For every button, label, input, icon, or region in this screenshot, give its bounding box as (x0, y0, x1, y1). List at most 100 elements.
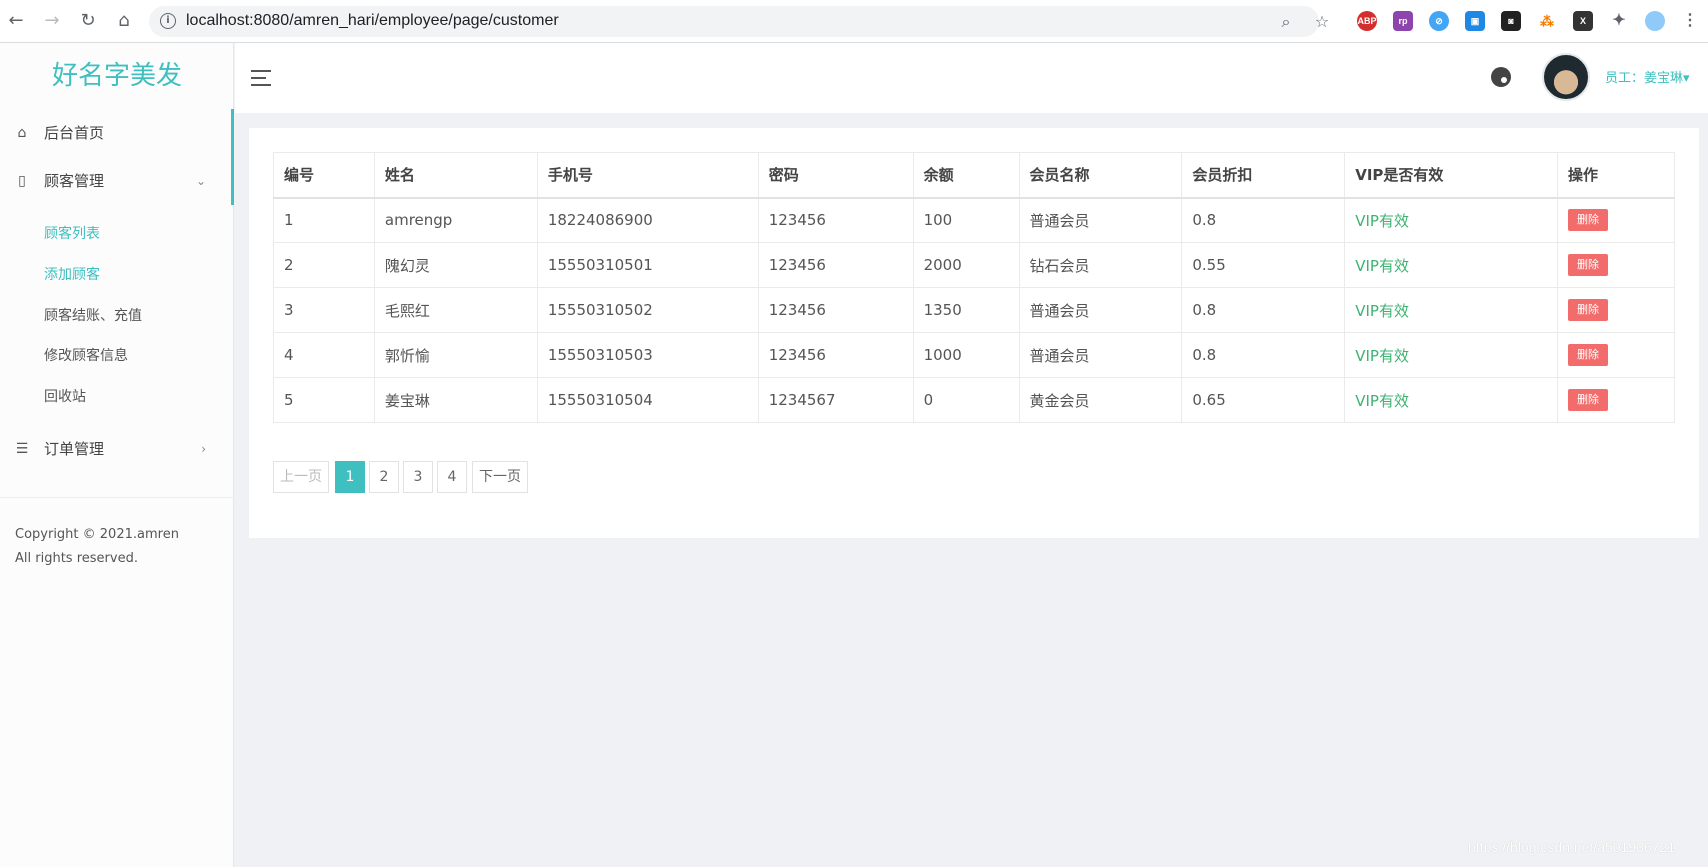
column-header-discount: 会员折扣 (1181, 152, 1346, 199)
tampermonkey-extension-icon[interactable]: ◙ (1501, 11, 1521, 31)
table-cell-balance: 2000 (912, 242, 1020, 288)
table-cell-discount: 0.55 (1181, 242, 1346, 288)
browser-menu-icon[interactable]: ⋮ (1680, 11, 1700, 31)
column-header-member-level: 会员名称 (1018, 152, 1183, 199)
submenu-customer-list[interactable]: 顾客列表 (44, 223, 100, 243)
table-cell-member-level: 钻石会员 (1018, 242, 1183, 288)
table-body: 1 amrengp 18224086900 123456 100 普通会员 0.8 VIP有效… (273, 197, 1675, 423)
address-bar[interactable]: i localhost:8080/amren_hari/employee/pag… (149, 6, 1329, 37)
compass-extension-icon[interactable]: ⊘ (1429, 11, 1449, 31)
table-cell-member-level: 普通会员 (1018, 287, 1183, 333)
site-info-icon[interactable]: i (160, 13, 176, 29)
rp-extension-icon[interactable]: rp (1393, 11, 1413, 31)
page-button[interactable]: 3 (403, 461, 433, 493)
delete-button[interactable]: 删除 (1568, 254, 1608, 276)
avatar[interactable] (1542, 53, 1590, 101)
table-cell-balance: 100 (912, 197, 1020, 243)
table-cell-name: 隗幻灵 (373, 242, 538, 288)
sitemap-extension-icon[interactable]: ⁂ (1537, 11, 1557, 31)
actions-cell: 删除 (1557, 287, 1675, 333)
table-cell-balance: 1000 (912, 332, 1020, 378)
back-icon[interactable]: ← (4, 9, 28, 33)
customer-list-card: 编号 姓名 手机号 密码 余额 会员名称 会员折扣 VIP是否有效 操作 1 amrengp 182… (249, 128, 1699, 538)
adblock-extension-icon[interactable]: ABP (1357, 11, 1377, 31)
table-row: 2 隗幻灵 15550310501 123456 2000 钻石会员 0.55 VIP有效 删除 (273, 242, 1675, 288)
list-icon: ☰ (15, 441, 29, 457)
table-cell-member-level: 普通会员 (1018, 197, 1183, 243)
submenu-add-customer[interactable]: 添加顾客 (44, 264, 100, 284)
sidebar-item-label: 顾客管理 (44, 172, 105, 190)
bookmark-star-icon[interactable]: ☆ (1312, 12, 1332, 32)
palette-icon[interactable] (1491, 67, 1511, 87)
page-button[interactable]: 4 (437, 461, 467, 493)
table-cell-password: 1234567 (757, 377, 914, 423)
delete-button[interactable]: 删除 (1568, 344, 1608, 366)
zoom-icon[interactable]: ⌕ (1276, 12, 1296, 32)
next-page-button[interactable]: 下一页 (472, 461, 528, 493)
page-button[interactable]: 2 (369, 461, 399, 493)
submenu-edit-customer[interactable]: 修改顾客信息 (44, 345, 128, 365)
table-cell-id: 5 (273, 377, 375, 423)
table-row: 5 姜宝琳 15550310504 1234567 0 黄金会员 0.65 VIP有效 删除 (273, 377, 1675, 423)
table-cell-id: 3 (273, 287, 375, 333)
table-cell-balance: 0 (912, 377, 1020, 423)
forward-icon[interactable]: → (40, 9, 64, 33)
chevron-right-icon: › (201, 442, 206, 456)
actions-cell: 删除 (1557, 197, 1675, 243)
sidebar-item-home[interactable]: ⌂ 后台首页 (0, 109, 234, 157)
column-header-vip-status: VIP是否有效 (1344, 152, 1558, 199)
table-cell-phone: 15550310504 (536, 377, 759, 423)
table-cell-password: 123456 (757, 242, 914, 288)
home-browser-icon[interactable]: ⌂ (112, 9, 136, 33)
actions-cell: 删除 (1557, 242, 1675, 288)
table-cell-member-level: 普通会员 (1018, 332, 1183, 378)
table-cell-discount: 0.8 (1181, 197, 1346, 243)
profile-icon[interactable] (1645, 11, 1665, 31)
table-cell-phone: 15550310502 (536, 287, 759, 333)
sidebar-item-label: 订单管理 (44, 440, 105, 458)
file-extension-icon[interactable]: ▣ (1465, 11, 1485, 31)
table-row: 3 毛熙红 15550310502 123456 1350 普通会员 0.8 VIP有效 删除 (273, 287, 1675, 333)
sidebar: 好名字美发 ⌂ 后台首页 ▯ 顾客管理 ⌄ 顾客列表 添加顾客 顾客结账、充值 … (0, 43, 234, 867)
table-cell-name: 毛熙红 (373, 287, 538, 333)
table-cell-phone: 15550310501 (536, 242, 759, 288)
table-cell-id: 1 (273, 197, 375, 243)
user-dropdown[interactable]: 员工：姜宝琳▾ (1605, 67, 1690, 86)
reload-icon[interactable]: ↻ (76, 9, 100, 33)
copyright-text: Copyright © 2021.amren All rights reserv… (15, 527, 179, 566)
actions-cell: 删除 (1557, 377, 1675, 423)
page-button[interactable]: 1 (335, 461, 365, 493)
table-cell-phone: 15550310503 (536, 332, 759, 378)
top-header: 员工：姜宝琳▾ (235, 43, 1708, 113)
table-cell-name: amrengp (373, 197, 538, 243)
table-cell-discount: 0.8 (1181, 287, 1346, 333)
delete-button[interactable]: 删除 (1568, 209, 1608, 232)
address-url[interactable]: localhost:8080/amren_hari/employee/page/… (186, 12, 559, 30)
table-cell-name: 郭忻愉 (373, 332, 538, 378)
delete-button[interactable]: 删除 (1568, 299, 1608, 321)
browser-toolbar: ← → ↻ ⌂ i localhost:8080/amren_hari/empl… (0, 0, 1708, 43)
brand-logo[interactable]: 好名字美发 (0, 43, 234, 109)
actions-cell: 删除 (1557, 332, 1675, 378)
column-header-password: 密码 (757, 152, 914, 199)
delete-button[interactable]: 删除 (1568, 389, 1608, 411)
submenu-checkout-recharge[interactable]: 顾客结账、充值 (44, 305, 142, 325)
document-icon: ▯ (18, 173, 26, 189)
submenu-recycle-bin[interactable]: 回收站 (44, 386, 86, 406)
table-cell-discount: 0.8 (1181, 332, 1346, 378)
prev-page-button[interactable]: 上一页 (273, 461, 329, 493)
table-row: 1 amrengp 18224086900 123456 100 普通会员 0.8 VIP有效… (273, 197, 1675, 243)
home-icon: ⌂ (17, 125, 27, 141)
table-cell-name: 姜宝琳 (373, 377, 538, 423)
column-header-actions: 操作 (1557, 152, 1675, 199)
x-extension-icon[interactable]: X (1573, 11, 1593, 31)
vip-status: VIP有效 (1344, 242, 1558, 288)
sidebar-item-order-management[interactable]: ☰ 订单管理 › (0, 425, 234, 473)
table-cell-discount: 0.65 (1181, 377, 1346, 423)
sidebar-item-customer-management[interactable]: ▯ 顾客管理 ⌄ (0, 157, 234, 205)
menu-toggle-icon[interactable] (251, 70, 271, 86)
sidebar-divider (0, 497, 234, 498)
puzzle-extensions-icon[interactable]: ✦ (1609, 11, 1629, 31)
table-cell-balance: 1350 (912, 287, 1020, 333)
table-cell-password: 123456 (757, 197, 914, 243)
